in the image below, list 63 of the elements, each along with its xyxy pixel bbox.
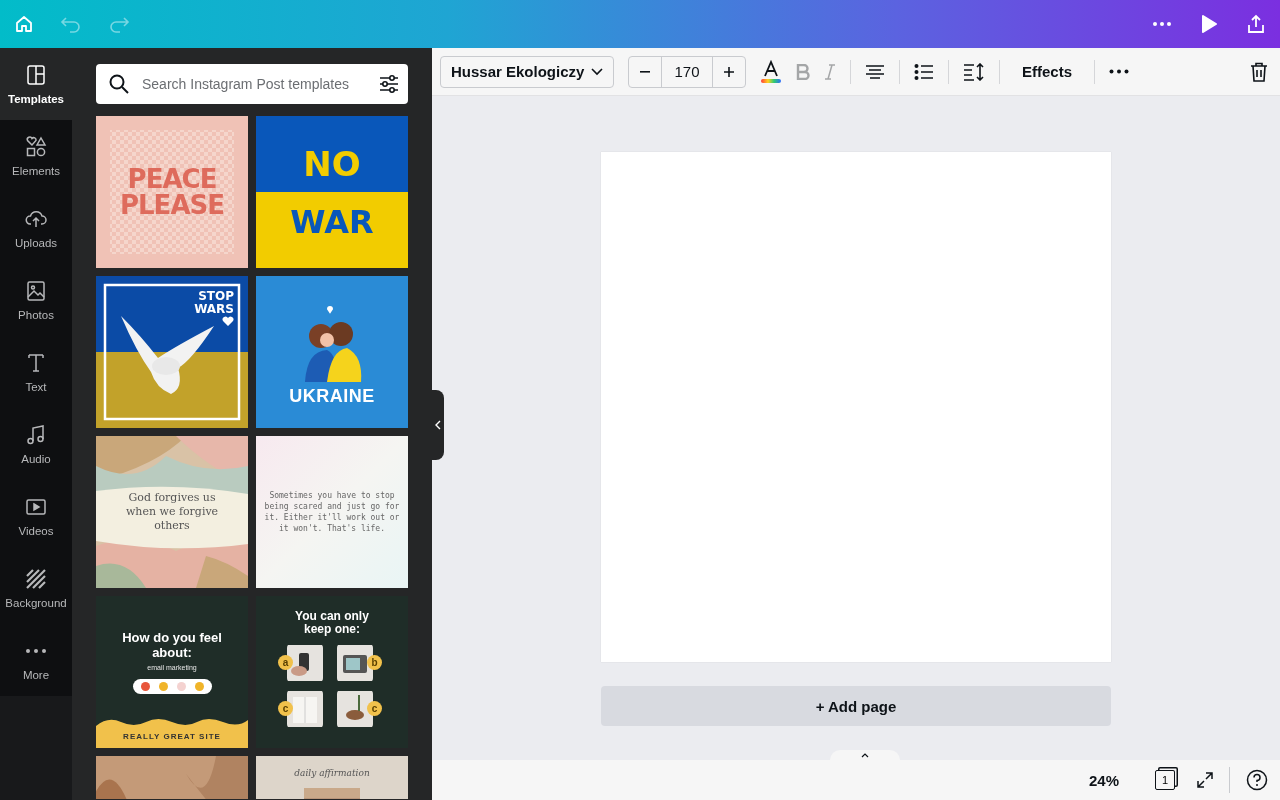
template-title: WAR [290, 202, 374, 241]
template-thumbnail[interactable]: God forgives us when we forgive others [96, 436, 248, 588]
template-title: You can only keep one: [294, 610, 370, 636]
sidebar-tab[interactable]: Uploads [0, 192, 72, 264]
template-footer: REALLY GREAT SITE [96, 726, 248, 748]
heart-icon [222, 316, 234, 327]
more-icon[interactable] [1152, 21, 1172, 27]
template-title: UKRAINE [289, 386, 375, 407]
sidebar-tab[interactable]: More [0, 624, 72, 696]
template-quote: God forgives us when we forgive others [124, 491, 220, 533]
template-thumbnail[interactable]: Sometimes you have to stop being scared and just go for it. Either it'll work out or it won't. That's life. [256, 436, 408, 588]
page-count-button[interactable]: 1 [1155, 770, 1175, 790]
search-field[interactable]: Search Instagram Post templates [96, 64, 408, 104]
plus-icon [724, 66, 734, 77]
filter-icon[interactable] [378, 74, 400, 94]
more-icon[interactable] [1109, 69, 1130, 74]
zoom-level[interactable]: 24% [1088, 771, 1119, 789]
chevron-left-icon [435, 420, 441, 430]
effects-button[interactable]: Effects [1014, 57, 1081, 86]
template-title: PEACE [127, 166, 217, 192]
template-title: NO [303, 143, 361, 184]
stripes-icon [24, 567, 48, 591]
template-thumbnail[interactable]: UKRAINE [256, 276, 408, 428]
sidebar-tab[interactable]: Videos [0, 480, 72, 552]
template-title: daily affirmation [294, 768, 370, 778]
text-color-icon[interactable] [760, 59, 782, 84]
font-size-field[interactable]: 170 [661, 56, 713, 87]
sidebar-tab[interactable]: Photos [0, 264, 72, 336]
template-title: WARS [194, 303, 234, 316]
play-icon[interactable] [1200, 14, 1218, 34]
trash-icon[interactable] [1250, 61, 1268, 82]
font-dropdown[interactable]: Hussar Ekologiczy [440, 55, 614, 88]
align-center-icon[interactable] [865, 63, 885, 80]
add-page-button[interactable]: + Add page [601, 686, 1111, 726]
template-thumbnail[interactable]: You can only keep one: a b c c [256, 596, 408, 748]
sidebar-tab[interactable]: Background [0, 552, 72, 624]
search-icon [108, 73, 130, 95]
sidebar-tab[interactable]: Audio [0, 408, 72, 480]
sidebar-tab[interactable]: Templates [0, 48, 72, 120]
fullscreen-icon[interactable] [1197, 772, 1213, 788]
minus-icon [640, 70, 650, 73]
line-spacing-icon[interactable] [963, 62, 985, 81]
template-thumbnail[interactable]: daily affirmation [256, 756, 408, 799]
template-quote: Sometimes you have to stop being scared and just go for it. Either it'll work out or it won't. That's life. [263, 490, 401, 534]
font-size-control[interactable]: 170 [628, 55, 746, 88]
template-thumbnail[interactable]: STOP WARS [96, 276, 248, 428]
template-title: STOP [198, 290, 234, 303]
more-icon [25, 648, 47, 654]
share-icon[interactable] [1246, 14, 1266, 34]
layout-icon [24, 63, 48, 87]
collapse-panel-handle[interactable] [432, 390, 444, 460]
image-icon [24, 279, 48, 303]
chevron-up-icon [861, 752, 869, 758]
template-title: How do you feel about: [122, 630, 222, 660]
help-icon[interactable] [1246, 769, 1268, 791]
shapes-icon [24, 135, 48, 159]
notes-toggle[interactable] [830, 750, 900, 760]
sidebar-tab[interactable]: Elements [0, 120, 72, 192]
template-thumbnail[interactable]: NO WAR [256, 116, 408, 268]
bulleted-list-icon[interactable] [914, 62, 934, 81]
chevron-down-icon [591, 67, 603, 76]
template-title: PLEASE [120, 192, 224, 218]
sidebar-tab[interactable]: Text [0, 336, 72, 408]
